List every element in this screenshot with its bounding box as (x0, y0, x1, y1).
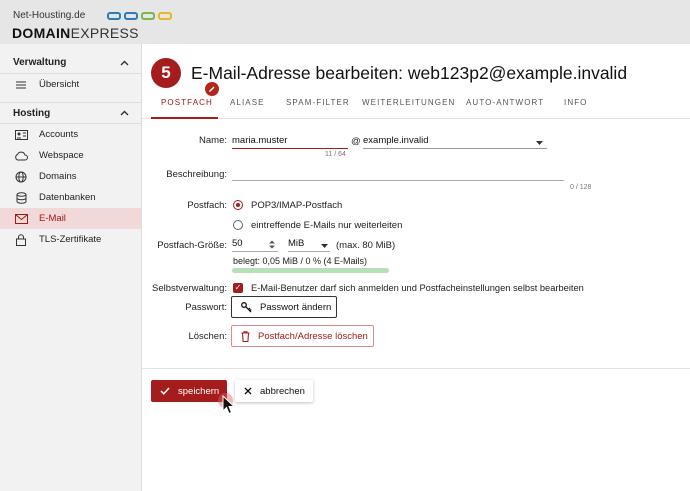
tab-label: ALIASE (230, 98, 265, 107)
size-value: 50 (232, 238, 243, 249)
sidebar-section-label: Hosting (13, 107, 51, 119)
contact-card-icon (14, 129, 28, 141)
mailbox-label: Postfach: (187, 200, 227, 211)
tab-spam-filter[interactable]: SPAM-FILTER (286, 98, 350, 107)
sidebar-section-hosting[interactable]: Hosting (0, 102, 141, 124)
close-icon (244, 387, 252, 395)
cancel-button[interactable]: abbrechen (235, 380, 313, 402)
sidebar-item-label: Datenbanken (39, 192, 96, 203)
database-icon (14, 191, 28, 204)
sidebar-section-label: Verwaltung (13, 57, 67, 68)
form-divider (142, 368, 690, 369)
site-name: Net-Housting.de (13, 10, 86, 21)
usage-progress-bar (232, 268, 389, 273)
button-label: speichern (178, 385, 220, 397)
step-badge: 5 (151, 58, 181, 88)
tab-auto-antwort[interactable]: AUTO-ANTWORT (466, 98, 544, 107)
sidebar-item-accounts[interactable]: Accounts (0, 124, 141, 145)
size-label: Postfach-Größe: (157, 240, 227, 251)
caret-down-icon (321, 241, 328, 252)
tab-weiterleitungen[interactable]: WEITERLEITUNGEN (362, 98, 455, 107)
brand-logo-icon (107, 12, 172, 20)
mailbox-option-forward: eintreffende E-Mails nur weiterleiten (251, 220, 403, 231)
button-label: Postfach/Adresse löschen (258, 330, 368, 342)
cloud-icon (14, 150, 28, 162)
sidebar-item-domains[interactable]: Domains (0, 166, 141, 187)
description-input[interactable] (232, 167, 564, 181)
size-unit-value: MiB (288, 238, 305, 249)
size-stepper[interactable]: 50 (232, 238, 278, 252)
size-unit-select[interactable]: MiB (288, 238, 330, 252)
key-icon (241, 301, 252, 313)
sidebar-item-uebersicht[interactable]: Übersicht (0, 74, 141, 95)
size-max-hint: (max. 80 MiB) (336, 240, 396, 251)
sidebar-item-email[interactable]: E-Mail (0, 208, 141, 229)
list-icon (14, 79, 28, 91)
globe-icon (14, 171, 28, 183)
main-content: 5 E-Mail-Adresse bearbeiten: web123p2@ex… (142, 44, 690, 491)
sidebar-item-label: Übersicht (39, 79, 80, 90)
tab-label: SPAM-FILTER (286, 98, 350, 107)
delete-label: Löschen: (188, 331, 227, 342)
mouse-cursor-icon (222, 394, 236, 418)
tab-postfach[interactable]: POSTFACH (161, 98, 213, 107)
tab-label: AUTO-ANTWORT (466, 98, 545, 107)
tab-label: POSTFACH (161, 98, 213, 107)
top-header: Net-Housting.de DOMAINEXPRESS (0, 0, 690, 44)
lock-icon (14, 233, 28, 246)
tab-active-indicator (151, 117, 218, 119)
tab-aliase[interactable]: ALIASE (230, 98, 265, 107)
button-label: abbrechen (260, 385, 305, 397)
tab-label: WEITERLEITUNGEN (362, 98, 456, 107)
page-title: E-Mail-Adresse bearbeiten: web123p2@exam… (191, 63, 628, 83)
edit-pencil-icon (205, 82, 219, 96)
chevron-up-icon (120, 108, 129, 118)
mailbox-radio-pop3[interactable] (233, 200, 243, 210)
tab-label: INFO (564, 98, 588, 107)
sidebar-item-label: Domains (39, 171, 77, 182)
sidebar-section-verwaltung[interactable]: Verwaltung (0, 52, 141, 74)
name-label: Name: (199, 135, 227, 146)
usage-text: belegt: 0,05 MiB / 0 % (4 E-Mails) (233, 256, 368, 266)
sidebar-item-label: E-Mail (39, 213, 66, 224)
at-sign: @ (351, 136, 361, 147)
sidebar-item-label: Accounts (39, 129, 79, 140)
self-admin-label: Selbstverwaltung: (152, 283, 227, 294)
description-counter: 0 / 128 (570, 184, 592, 191)
sidebar-item-webspace[interactable]: Webspace (0, 145, 141, 166)
usage-progress-fill (232, 268, 389, 273)
brand-logo-text: DOMAINEXPRESS (12, 25, 139, 41)
self-admin-text: E-Mail-Benutzer darf sich anmelden und P… (251, 283, 584, 293)
chevron-up-icon (120, 58, 129, 68)
sidebar-item-label: TLS-Zertifikate (39, 234, 102, 245)
sidebar-item-datenbanken[interactable]: Datenbanken (0, 187, 141, 208)
description-label: Beschreibung: (166, 169, 227, 180)
delete-mailbox-button[interactable]: Postfach/Adresse löschen (231, 325, 374, 347)
stepper-arrows-icon (269, 240, 275, 252)
checkmark-icon (160, 387, 170, 395)
password-label: Passwort: (185, 302, 227, 313)
self-admin-checkbox[interactable]: ✓ (233, 283, 243, 293)
domain-select-value: example.invalid (363, 135, 429, 146)
caret-down-icon (536, 138, 543, 149)
envelope-icon (14, 213, 28, 225)
change-password-button[interactable]: Passwort ändern (231, 296, 337, 318)
tab-info[interactable]: INFO (564, 98, 588, 107)
mailbox-option-pop3: POP3/IMAP-Postfach (251, 200, 343, 211)
mailbox-radio-forward[interactable] (233, 220, 243, 230)
name-counter: 11 / 64 (325, 151, 346, 158)
trash-icon (241, 330, 250, 342)
button-label: Passwort ändern (260, 301, 332, 313)
sidebar-item-label: Webspace (39, 150, 84, 161)
save-button[interactable]: speichern (151, 380, 227, 402)
tab-bar: POSTFACH ALIASE SPAM-FILTER WEITERLEITUN… (142, 82, 690, 119)
domain-select[interactable]: example.invalid (363, 135, 547, 149)
sidebar-item-tls-zertifikate[interactable]: TLS-Zertifikate (0, 229, 141, 250)
sidebar: Verwaltung Übersicht Hosting Accounts We… (0, 44, 142, 491)
name-input[interactable]: maria.muster (232, 135, 348, 149)
